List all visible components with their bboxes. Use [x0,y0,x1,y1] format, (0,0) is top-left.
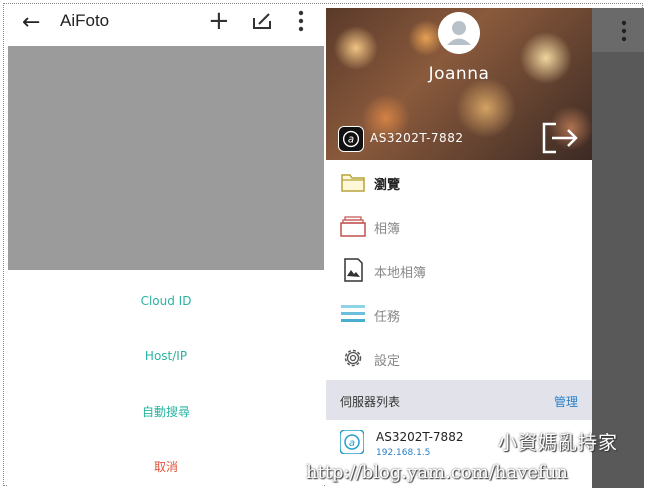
server-name: AS3202T-7882 [376,430,464,444]
menu-item-label: 相簿 [374,222,401,237]
menu-item-browse[interactable]: 瀏覽 [326,160,592,204]
auto-search-option[interactable]: 自動搜尋 [8,403,324,420]
dialog-placeholder [8,46,324,270]
nas-logo-icon: a [340,430,364,454]
gear-icon [344,349,362,367]
cancel-option[interactable]: 取消 [8,458,324,475]
album-icon [340,216,366,237]
navigation-drawer: Joanna a AS3202T-7882 瀏覽 相簿 本地相簿 任務 設定 伺… [326,8,592,488]
server-ip: 192.168.1.5 [376,448,431,458]
menu-item-label: 本地相簿 [374,266,427,281]
more-vertical-icon [621,20,627,42]
drawer-screen: Joanna a AS3202T-7882 瀏覽 相簿 本地相簿 任務 設定 伺… [326,8,644,488]
app-title: AiFoto [60,11,110,30]
arrow-left-icon[interactable]: ← [22,10,40,36]
user-name: Joanna [428,64,490,84]
nas-name: AS3202T-7882 [370,131,464,145]
sd-card-icon [344,258,363,282]
host-ip-option[interactable]: Host/IP [8,349,324,363]
menu-item-tasks[interactable]: 任務 [326,292,592,336]
avatar[interactable] [438,12,480,54]
watermark-url: http://blog.yam.com/havefun [306,462,568,483]
folder-icon [341,174,365,192]
drawer-header: Joanna a AS3202T-7882 [326,8,592,160]
nas-logo-icon: a [338,126,364,152]
dimmed-content[interactable] [592,8,644,488]
server-list-header: 伺服器列表 管理 [326,380,592,420]
svg-text:a: a [349,438,355,449]
manage-link[interactable]: 管理 [554,393,578,410]
logout-icon[interactable] [542,120,580,156]
app-bar: ← AiFoto + [8,4,324,42]
edit-icon[interactable] [252,12,272,30]
menu-item-label: 設定 [374,354,401,369]
dimmed-app-bar [592,8,644,52]
menu-item-albums[interactable]: 相簿 [326,204,592,248]
connect-screen: ← AiFoto + Cloud ID Host/IP 自動搜尋 取消 [8,4,324,488]
cloud-id-option[interactable]: Cloud ID [8,294,324,308]
menu-item-label: 任務 [374,310,401,325]
more-vertical-icon[interactable] [298,10,304,32]
menu-item-label: 瀏覽 [374,178,401,193]
menu-item-settings[interactable]: 設定 [326,336,592,380]
menu-item-local-albums[interactable]: 本地相簿 [326,248,592,292]
plus-icon[interactable]: + [208,7,230,35]
svg-text:a: a [348,135,354,146]
server-list-title: 伺服器列表 [340,395,401,409]
task-list-icon [341,305,365,322]
watermark-title: 小資媽亂持家 [498,432,619,454]
